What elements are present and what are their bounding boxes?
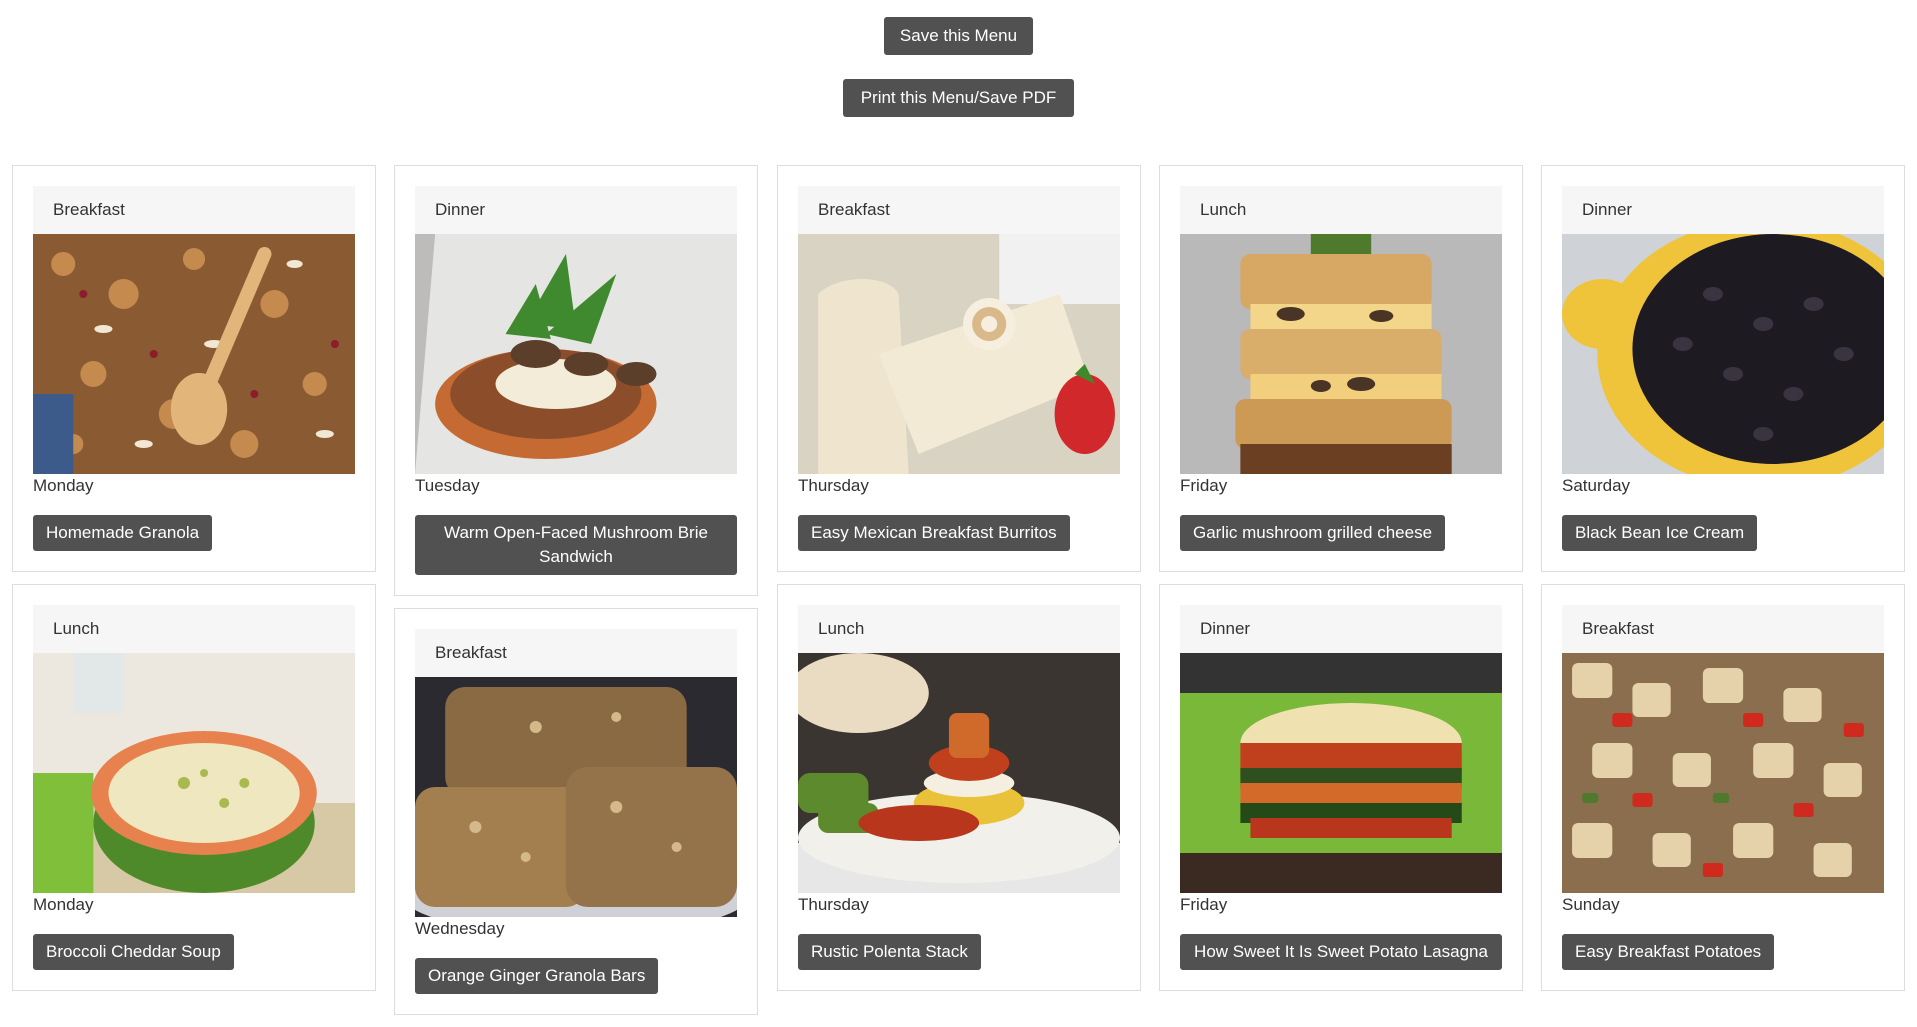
mushroom-toast-photo[interactable] [415,234,737,474]
granola-photo[interactable] [33,234,355,474]
recipe-card: Lunch Monday Broccoli Cheddar Soup [12,584,376,991]
save-menu-button[interactable]: Save this Menu [884,17,1033,55]
black-beans-photo[interactable] [1562,234,1884,474]
recipe-button[interactable]: Black Bean Ice Cream [1562,515,1758,551]
day-label: Friday [1180,476,1228,495]
recipe-card: Breakfast Thursday Easy Mexican Breakfas… [777,165,1141,572]
recipe-card: Dinner Saturday Black Bean Ice Cream [1541,165,1905,572]
meal-type-label: Dinner [1562,186,1884,234]
meal-type-label: Lunch [1180,186,1502,234]
day-label: Thursday [798,476,869,495]
menu-column-5: Dinner Saturday Black Bean Ice Cream Bre… [1541,165,1905,1003]
menu-actions: Save this Menu Print this Menu/Save PDF [0,0,1917,130]
recipe-card: Lunch Thursday Rustic Polenta Stack [777,584,1141,991]
print-menu-button[interactable]: Print this Menu/Save PDF [843,79,1074,117]
granola-bars-photo[interactable] [415,677,737,917]
day-label: Sunday [1562,895,1620,914]
recipe-button[interactable]: Orange Ginger Granola Bars [415,958,659,994]
recipe-button[interactable]: Rustic Polenta Stack [798,934,981,970]
menu-column-2: Dinner Tuesday Warm Open-Faced Mushroom … [394,165,758,1027]
recipe-button[interactable]: How Sweet It Is Sweet Potato Lasagna [1180,934,1502,970]
day-label: Friday [1180,895,1228,914]
menu-column-1: Breakfast Monday Homemade Granola Lunch [12,165,376,1003]
meal-type-label: Breakfast [798,186,1120,234]
polenta-photo[interactable] [798,653,1120,893]
potatoes-photo[interactable] [1562,653,1884,893]
recipe-card: Dinner Friday How Sweet It Is Sweet Pota… [1159,584,1523,991]
recipe-card: Breakfast Wednesday Orange Ginger Granol… [394,608,758,1015]
day-label: Saturday [1562,476,1631,495]
day-label: Thursday [798,895,869,914]
day-label: Wednesday [415,919,505,938]
meal-type-label: Breakfast [415,629,737,677]
day-label: Tuesday [415,476,480,495]
meal-type-label: Dinner [415,186,737,234]
grilled-cheese-photo[interactable] [1180,234,1502,474]
meal-type-label: Lunch [798,605,1120,653]
recipe-button[interactable]: Easy Mexican Breakfast Burritos [798,515,1070,551]
meal-type-label: Breakfast [1562,605,1884,653]
meal-type-label: Breakfast [33,186,355,234]
recipe-button[interactable]: Broccoli Cheddar Soup [33,934,234,970]
recipe-button[interactable]: Warm Open-Faced Mushroom Brie Sandwich [415,515,737,575]
soup-photo[interactable] [33,653,355,893]
menu-column-4: Lunch Friday Garlic mushroom grilled che… [1159,165,1523,1003]
recipe-card: Lunch Friday Garlic mushroom grilled che… [1159,165,1523,572]
recipe-button[interactable]: Easy Breakfast Potatoes [1562,934,1775,970]
day-label: Monday [33,476,94,495]
meal-type-label: Lunch [33,605,355,653]
day-label: Monday [33,895,94,914]
recipe-button[interactable]: Garlic mushroom grilled cheese [1180,515,1446,551]
menu-column-3: Breakfast Thursday Easy Mexican Breakfas… [777,165,1141,1003]
recipe-card: Dinner Tuesday Warm Open-Faced Mushroom … [394,165,758,596]
burritos-photo[interactable] [798,234,1120,474]
meal-type-label: Dinner [1180,605,1502,653]
lasagna-photo[interactable] [1180,653,1502,893]
recipe-card: Breakfast Monday Homemade Granola [12,165,376,572]
recipe-card: Breakfast Sunday Easy Breakfast Potatoes [1541,584,1905,991]
recipe-button[interactable]: Homemade Granola [33,515,213,551]
